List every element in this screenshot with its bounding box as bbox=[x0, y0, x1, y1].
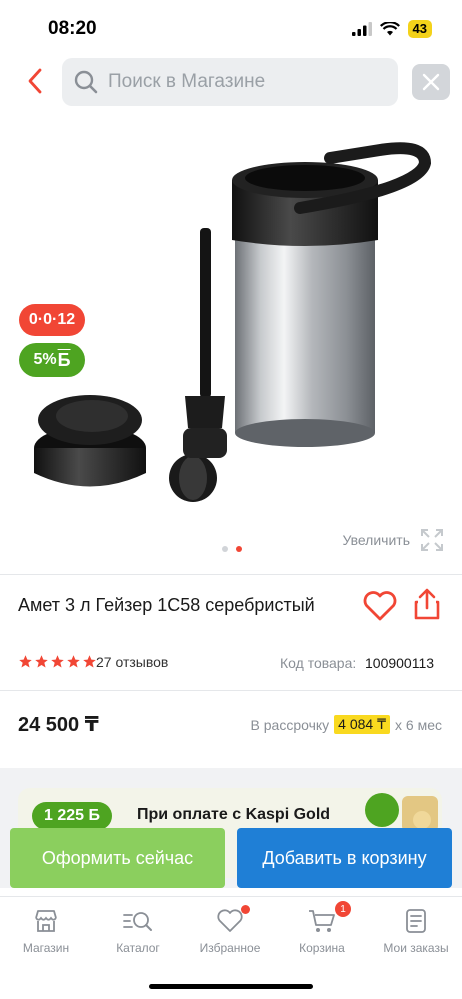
back-button[interactable] bbox=[20, 64, 50, 98]
status-time: 08:20 bbox=[48, 18, 97, 39]
installment-prefix: В рассрочку bbox=[250, 716, 330, 733]
orders-icon bbox=[406, 909, 426, 933]
favorites-notification-dot bbox=[241, 905, 250, 914]
expand-icon bbox=[421, 529, 443, 551]
installment-suffix: x 6 мес bbox=[395, 716, 442, 733]
divider bbox=[0, 574, 462, 575]
catalog-search-icon bbox=[123, 912, 152, 931]
tab-orders[interactable]: Мои заказы bbox=[370, 907, 462, 955]
gallery-pagination bbox=[222, 546, 242, 552]
gold-bonus-badge: 1 225 Б bbox=[32, 802, 112, 830]
sku-value: 100900113 bbox=[365, 655, 435, 671]
heart-icon bbox=[217, 909, 243, 932]
battery-indicator: 43 bbox=[407, 20, 432, 38]
installment-info[interactable]: В рассрочку 4 084 ₸ x 6 мес bbox=[251, 715, 442, 734]
store-icon bbox=[35, 910, 57, 932]
search-icon bbox=[74, 70, 98, 94]
home-indicator bbox=[149, 984, 313, 989]
tab-favorites[interactable]: Избранное bbox=[184, 905, 276, 955]
bonus-coin-icon bbox=[365, 793, 438, 832]
tab-store[interactable]: Магазин bbox=[0, 907, 92, 955]
favorite-button[interactable] bbox=[362, 590, 398, 622]
share-icon bbox=[414, 588, 440, 620]
order-now-button[interactable]: Оформить сейчас bbox=[10, 828, 225, 888]
reviews-link[interactable]: 27 отзывов bbox=[96, 654, 168, 670]
chevron-left-icon bbox=[28, 68, 42, 94]
zoom-label: Увеличить bbox=[342, 532, 410, 548]
tab-orders-label: Мои заказы bbox=[383, 941, 449, 955]
share-button[interactable] bbox=[412, 587, 442, 621]
divider bbox=[0, 690, 462, 691]
rating-stars bbox=[18, 654, 97, 669]
sku-label: Код товара: bbox=[280, 655, 357, 671]
cart-count-badge: 1 bbox=[335, 901, 351, 917]
search-field[interactable] bbox=[62, 58, 398, 106]
wifi-icon bbox=[379, 22, 400, 36]
close-icon bbox=[422, 73, 440, 91]
pagination-dot[interactable] bbox=[222, 546, 228, 552]
zoom-button[interactable]: Увеличить bbox=[342, 528, 444, 552]
close-search-button[interactable] bbox=[412, 64, 450, 100]
product-title: Амет 3 л Гейзер 1С58 серебристый bbox=[18, 595, 315, 615]
installment-amount: 4 084 ₸ bbox=[334, 715, 391, 734]
signal-icon bbox=[351, 22, 372, 36]
star-icon bbox=[83, 655, 96, 668]
bonus-badge: 5% Б bbox=[19, 343, 85, 377]
add-to-cart-button[interactable]: Добавить в корзину bbox=[237, 828, 452, 888]
search-input[interactable] bbox=[108, 71, 368, 93]
bonus-symbol: Б bbox=[57, 349, 71, 370]
heart-icon bbox=[363, 591, 397, 621]
tab-cart-label: Корзина bbox=[299, 941, 345, 955]
star-icon bbox=[19, 655, 32, 668]
status-icons: 43 bbox=[351, 20, 432, 38]
star-icon bbox=[35, 655, 48, 668]
star-icon bbox=[51, 655, 64, 668]
product-price: 24 500 ₸ bbox=[18, 714, 99, 736]
star-icon bbox=[67, 655, 80, 668]
bonus-percent: 5% bbox=[33, 351, 57, 368]
tab-cart[interactable]: 1 Корзина bbox=[276, 901, 368, 955]
gold-promo-text: При оплате с Kaspi Gold bbox=[137, 806, 331, 823]
installment-badge: 0·0·12 bbox=[19, 304, 85, 336]
tab-favorites-label: Избранное bbox=[199, 941, 261, 955]
tab-catalog[interactable]: Каталог bbox=[92, 907, 184, 955]
tab-store-label: Магазин bbox=[22, 941, 70, 955]
pagination-dot-active[interactable] bbox=[236, 546, 242, 552]
tab-catalog-label: Каталог bbox=[116, 941, 160, 955]
cart-icon bbox=[309, 910, 335, 932]
